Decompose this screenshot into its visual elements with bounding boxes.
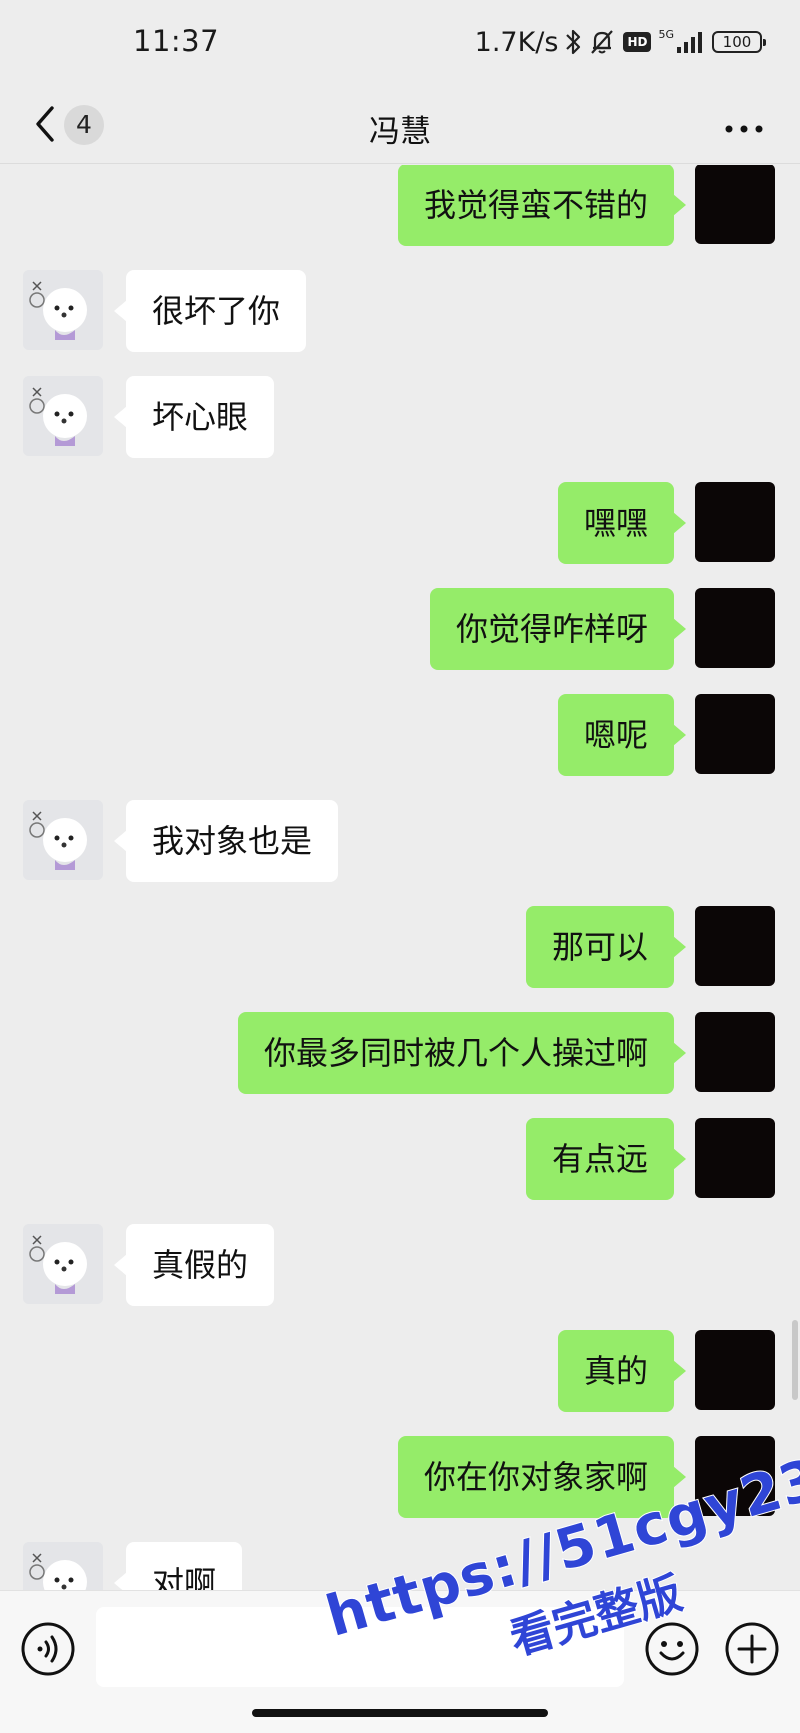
message-row: 你在你对象家啊 [0,1436,800,1520]
message-row: 我觉得蛮不错的 [0,165,800,248]
my-avatar[interactable] [695,1118,775,1198]
message-row: 我对象也是 [0,800,800,884]
my-avatar[interactable] [695,1330,775,1410]
message-bubble[interactable]: 你在你对象家啊 [397,1436,687,1518]
message-row: 那可以 [0,906,800,990]
message-bubble[interactable]: 你最多同时被几个人操过啊 [237,1012,687,1094]
home-indicator[interactable] [252,1709,548,1717]
status-icons: 1.7K/s HD 5G 100 [474,24,766,60]
message-bubble[interactable]: 你觉得咋样呀 [429,588,687,670]
message-bubble[interactable]: 嘿嘿 [557,482,687,564]
message-row: 真的 [0,1330,800,1414]
network-type: 5G [658,27,674,41]
more-dots-icon[interactable] [724,119,764,133]
my-avatar[interactable] [695,906,775,986]
input-bar [0,1590,800,1733]
my-avatar[interactable] [695,1436,775,1516]
message-row: 你最多同时被几个人操过啊 [0,1012,800,1096]
message-row: 坏心眼 [0,376,800,460]
message-bubble[interactable]: 真假的 [113,1224,275,1306]
message-bubble[interactable]: 对啊 [113,1542,243,1590]
net-speed: 1.7K/s [474,26,559,58]
my-avatar[interactable] [695,165,775,244]
voice-icon[interactable] [20,1621,76,1677]
contact-avatar[interactable] [23,800,103,880]
emoji-icon[interactable] [644,1621,700,1677]
message-row: 嘿嘿 [0,482,800,566]
scrollbar-thumb[interactable] [792,1320,798,1400]
message-row: 真假的 [0,1224,800,1308]
hd-icon: HD [623,32,652,52]
message-row: 嗯呢 [0,694,800,778]
message-bubble[interactable]: 很坏了你 [113,270,307,352]
contact-avatar[interactable] [23,1224,103,1304]
message-list[interactable]: 我觉得蛮不错的 很坏了你 坏心眼 嘿嘿 你觉得咋样呀 嗯呢 我对象也是 那可以 … [0,165,800,1590]
contact-avatar[interactable] [23,270,103,350]
mute-bell-icon [588,28,616,56]
battery-icon: 100 [712,31,766,53]
message-bubble[interactable]: 嗯呢 [557,694,687,776]
chat-title: 冯慧 [369,114,431,150]
chat-header: 4 冯慧 [0,86,800,164]
my-avatar[interactable] [695,482,775,562]
contact-avatar[interactable] [23,376,103,456]
message-bubble[interactable]: 有点远 [525,1118,687,1200]
message-bubble[interactable]: 真的 [557,1330,687,1412]
message-row: 你觉得咋样呀 [0,588,800,672]
contact-avatar[interactable] [23,1542,103,1590]
message-row: 很坏了你 [0,270,800,354]
my-avatar[interactable] [695,588,775,668]
signal-icon [675,29,705,55]
message-row: 有点远 [0,1118,800,1202]
message-input[interactable] [96,1607,624,1687]
plus-icon[interactable] [724,1621,780,1677]
bluetooth-icon [565,28,581,56]
message-bubble[interactable]: 那可以 [525,906,687,988]
message-bubble[interactable]: 我觉得蛮不错的 [397,165,687,246]
my-avatar[interactable] [695,1012,775,1092]
status-bar: 11:37 1.7K/s HD 5G 100 [0,0,800,86]
message-bubble[interactable]: 我对象也是 [113,800,339,882]
message-bubble[interactable]: 坏心眼 [113,376,275,458]
status-time: 11:37 [133,24,220,58]
message-row: 对啊 [0,1542,800,1590]
my-avatar[interactable] [695,694,775,774]
